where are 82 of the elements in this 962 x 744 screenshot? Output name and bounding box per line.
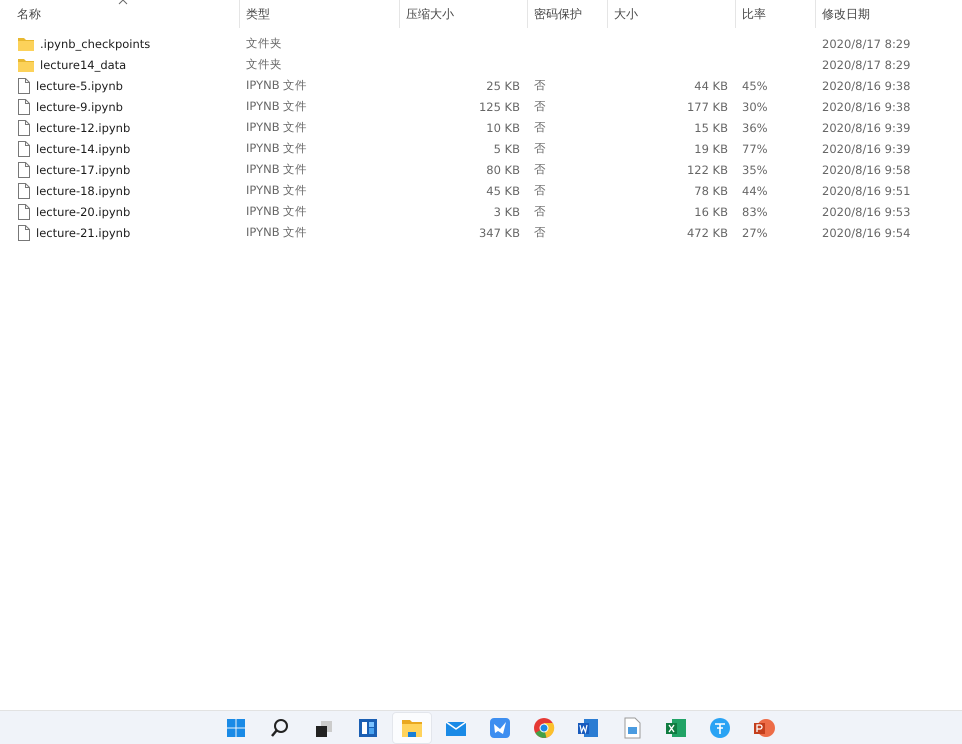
table-cell: IPYNB 文件 <box>246 162 308 176</box>
file-name[interactable]: lecture-12.ipynb <box>36 120 130 134</box>
bird-icon <box>488 716 512 740</box>
folder-name[interactable]: lecture14_data <box>40 58 126 72</box>
table-cell: 2020/8/16 9:39 <box>822 142 910 156</box>
table-cell: 347 KB <box>478 226 520 240</box>
document-icon <box>18 224 30 240</box>
table-cell: 否 <box>534 162 546 176</box>
table-cell: 19 KB <box>694 142 728 156</box>
table-cell: 2020/8/16 9:38 <box>822 100 910 114</box>
table-cell: 2020/8/16 9:53 <box>822 204 910 218</box>
table-cell: 77% <box>742 142 768 156</box>
table-cell: 125 KB <box>478 100 520 114</box>
table-cell: 2020/8/17 8:29 <box>822 58 910 72</box>
table-cell: 83% <box>742 204 768 218</box>
column-header[interactable]: 压缩大小 <box>399 0 527 28</box>
column-header[interactable]: 类型 <box>239 0 399 28</box>
table-cell: 44% <box>742 184 768 198</box>
table-cell: 否 <box>534 225 546 239</box>
table-cell: 2020/8/16 9:54 <box>822 226 910 240</box>
table-cell: 2020/8/16 9:58 <box>822 162 910 176</box>
document-icon <box>18 120 30 136</box>
table-cell: 25 KB <box>486 78 520 92</box>
table-cell: 15 KB <box>694 120 728 134</box>
file-name[interactable]: lecture-5.ipynb <box>36 78 123 92</box>
table-cell: 否 <box>534 204 546 218</box>
table-cell: 122 KB <box>686 162 728 176</box>
table-cell: 472 KB <box>686 226 728 240</box>
table-cell: 文件夹 <box>246 57 282 71</box>
table-cell: IPYNB 文件 <box>246 78 308 92</box>
table-cell: 否 <box>534 183 546 197</box>
table-cell: 否 <box>534 141 546 155</box>
table-cell: 2020/8/16 9:51 <box>822 184 910 198</box>
file-name[interactable]: lecture-9.ipynb <box>36 100 123 114</box>
column-header[interactable]: 大小 <box>607 0 735 28</box>
file-name[interactable]: lecture-18.ipynb <box>36 184 130 198</box>
folder-icon <box>18 58 34 72</box>
table-cell: 2020/8/16 9:38 <box>822 78 910 92</box>
table-cell: 27% <box>742 226 768 240</box>
column-header[interactable]: 名称 <box>0 0 239 28</box>
folder-name[interactable]: .ipynb_checkpoints <box>40 36 150 50</box>
table-cell: IPYNB 文件 <box>246 204 308 218</box>
table-cell: IPYNB 文件 <box>246 99 308 113</box>
table-cell: 10 KB <box>486 120 520 134</box>
file-name[interactable]: lecture-20.ipynb <box>36 204 130 218</box>
table-cell: IPYNB 文件 <box>246 225 308 239</box>
folder-icon <box>18 36 34 50</box>
document-icon <box>18 182 30 198</box>
document-icon <box>18 98 30 114</box>
translate-icon <box>708 716 732 740</box>
table-cell: IPYNB 文件 <box>246 120 308 134</box>
document-icon <box>18 162 30 178</box>
table-cell: 否 <box>534 120 546 134</box>
file-name[interactable]: lecture-17.ipynb <box>36 162 130 176</box>
table-cell: 35% <box>742 162 768 176</box>
table-cell: 78 KB <box>694 184 728 198</box>
table-cell: 16 KB <box>694 204 728 218</box>
table-cell: 2020/8/16 9:39 <box>822 120 910 134</box>
document-icon <box>18 204 30 220</box>
table-cell: 45 KB <box>486 184 520 198</box>
table-cell: 2020/8/17 8:29 <box>822 36 910 50</box>
table-cell: 36% <box>742 120 768 134</box>
table-cell: 否 <box>534 78 546 92</box>
document-icon <box>18 78 30 94</box>
table-cell: 否 <box>534 99 546 113</box>
column-header[interactable]: 密码保护 <box>527 0 607 28</box>
table-cell: 3 KB <box>494 204 520 218</box>
column-header[interactable]: 修改日期 <box>815 0 962 28</box>
table-cell: 文件夹 <box>246 36 282 50</box>
table-cell: 45% <box>742 78 768 92</box>
table-cell: 30% <box>742 100 768 114</box>
file-name[interactable]: lecture-21.ipynb <box>36 226 130 240</box>
table-cell: 44 KB <box>694 78 728 92</box>
table-cell: IPYNB 文件 <box>246 141 308 155</box>
table-cell: 80 KB <box>486 162 520 176</box>
table-cell: 177 KB <box>686 100 728 114</box>
table-cell: 5 KB <box>494 142 520 156</box>
browser-icon <box>532 716 556 740</box>
file-name[interactable]: lecture-14.ipynb <box>36 142 130 156</box>
table-cell: IPYNB 文件 <box>246 183 308 197</box>
document-icon <box>18 140 30 156</box>
column-header[interactable]: 比率 <box>735 0 815 28</box>
